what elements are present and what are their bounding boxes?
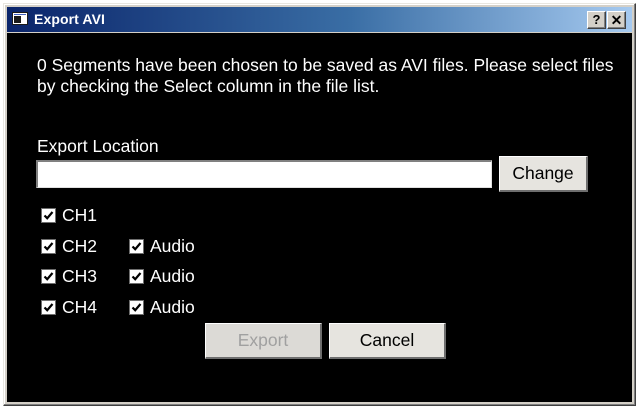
ch1-label: CH1 bbox=[62, 205, 98, 225]
ch4-audio-checkbox[interactable] bbox=[129, 300, 144, 315]
ch4-label: CH4 bbox=[62, 297, 98, 317]
ch1-checkbox[interactable] bbox=[41, 208, 56, 223]
ch2-audio-checkbox[interactable] bbox=[129, 239, 144, 254]
dialog-title: Export AVI bbox=[34, 11, 106, 27]
ch4-checkbox[interactable] bbox=[41, 300, 56, 315]
ch4-audio-label: Audio bbox=[150, 297, 195, 317]
ch3-checkbox[interactable] bbox=[41, 269, 56, 284]
change-location-button[interactable]: Change bbox=[499, 156, 588, 192]
selection-message: 0 Segments have been chosen to be saved … bbox=[37, 55, 614, 96]
close-icon: ✕ bbox=[610, 12, 623, 28]
ch3-audio-checkbox[interactable] bbox=[129, 269, 144, 284]
checkmark-icon bbox=[43, 242, 54, 251]
app-window-icon bbox=[12, 12, 28, 25]
export-location-input[interactable] bbox=[36, 160, 492, 188]
export-button[interactable]: Export bbox=[205, 323, 322, 359]
ch2-label: CH2 bbox=[62, 236, 98, 256]
checkmark-icon bbox=[131, 272, 142, 281]
ch3-label: CH3 bbox=[62, 266, 98, 286]
cancel-button[interactable]: Cancel bbox=[329, 323, 446, 359]
checkmark-icon bbox=[131, 303, 142, 312]
export-avi-dialog: Export AVI ? ✕ 0 Segments have been chos… bbox=[3, 3, 636, 406]
ch2-audio-label: Audio bbox=[150, 236, 195, 256]
checkmark-icon bbox=[43, 211, 54, 220]
ch3-audio-label: Audio bbox=[150, 266, 195, 286]
checkmark-icon bbox=[43, 272, 54, 281]
checkmark-icon bbox=[43, 303, 54, 312]
dialog-body: 0 Segments have been chosen to be saved … bbox=[7, 33, 632, 402]
help-button[interactable]: ? bbox=[587, 11, 606, 29]
ch2-checkbox[interactable] bbox=[41, 239, 56, 254]
checkmark-icon bbox=[131, 242, 142, 251]
title-bar[interactable]: Export AVI ? ✕ bbox=[7, 7, 632, 32]
close-button[interactable]: ✕ bbox=[607, 11, 626, 29]
export-location-label: Export Location bbox=[37, 136, 159, 156]
